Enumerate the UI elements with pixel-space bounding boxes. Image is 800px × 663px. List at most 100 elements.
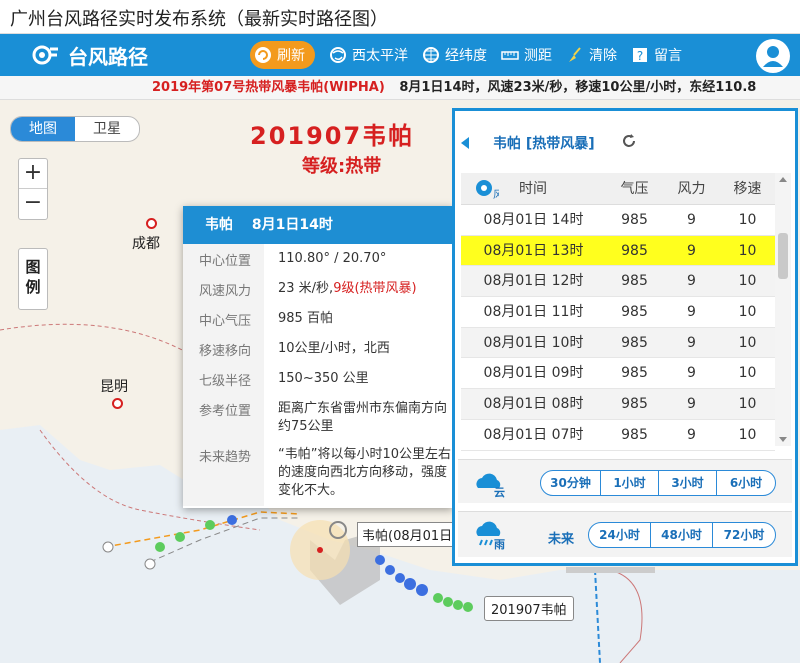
- news-ticker: 2019年第07号热带风暴韦帕(WIPHA) 8月1日14时，风速23米/秒，移…: [0, 76, 800, 100]
- top-navbar: 台风路径 刷新 西太平洋 经纬度 测距 清除 ? 留言: [0, 34, 800, 76]
- grid-globe-icon: [423, 47, 439, 63]
- rain-48h-button[interactable]: 48小时: [651, 523, 713, 547]
- broom-icon: [569, 47, 581, 62]
- scroll-up-icon[interactable]: [779, 177, 787, 182]
- nav-menu: 刷新 西太平洋 经纬度 测距 清除 ? 留言: [250, 40, 696, 70]
- question-icon: ?: [633, 48, 647, 63]
- cloud-icon-label: 云: [494, 486, 505, 498]
- map-canvas[interactable]: 地图 卫星 + − 图 例 成都 昆明 201907韦帕 等级:热带 韦帕(08…: [0, 100, 800, 663]
- typhoon-logo-icon: [32, 45, 58, 65]
- cell-force: 9: [687, 304, 696, 321]
- map-type-switch: 地图 卫星: [10, 116, 140, 142]
- west-pacific-label: 西太平洋: [352, 48, 408, 64]
- popup-value: 985 百帕: [278, 311, 333, 326]
- user-avatar[interactable]: [756, 39, 790, 73]
- west-pacific-button[interactable]: 西太平洋: [329, 41, 408, 69]
- map-type-satellite[interactable]: 卫星: [75, 117, 139, 141]
- scroll-down-icon[interactable]: [779, 437, 787, 442]
- cloud-row: 云 30分钟 1小时 3小时 6小时: [458, 459, 792, 503]
- column-time: 风 时间: [461, 173, 606, 204]
- popup-key: 七级半径: [183, 364, 264, 394]
- window-title: 广州台风路径实时发布系统（最新实时路径图）: [10, 9, 388, 30]
- cloud-3h-button[interactable]: 3小时: [659, 471, 717, 495]
- table-row[interactable]: 08月01日 12时 985 9 10: [461, 266, 775, 298]
- message-button[interactable]: ? 留言: [631, 41, 682, 69]
- cell-speed: 10: [738, 242, 757, 259]
- legend-button[interactable]: 图 例: [18, 248, 48, 310]
- table-row[interactable]: 08月01日 08时 985 9 10: [461, 389, 775, 420]
- cell-pressure: 985: [621, 242, 648, 259]
- cell-force: 9: [687, 273, 696, 290]
- typhoon-position-label[interactable]: 韦帕(08月01日: [357, 522, 453, 547]
- city-marker-kunming[interactable]: [112, 398, 123, 409]
- popup-key: 参考位置: [183, 394, 264, 440]
- latlon-label: 经纬度: [445, 48, 487, 64]
- measure-button[interactable]: 测距: [501, 41, 552, 69]
- cell-force: 9: [687, 212, 696, 228]
- logo-text: 台风路径: [68, 44, 148, 69]
- app-logo[interactable]: 台风路径: [30, 40, 148, 70]
- wind-icon: 风: [476, 180, 499, 200]
- scroll-thumb[interactable]: [778, 233, 788, 279]
- legend-label-2: 例: [25, 278, 41, 296]
- rain-72h-button[interactable]: 72小时: [713, 523, 775, 547]
- rain-24h-button[interactable]: 24小时: [589, 523, 651, 547]
- cell-time: 08月01日 12时: [483, 273, 584, 290]
- cell-time: 08月01日 10时: [483, 334, 584, 351]
- reload-icon[interactable]: [621, 133, 637, 149]
- cell-force: 9: [687, 242, 696, 259]
- refresh-button[interactable]: 刷新: [250, 41, 315, 69]
- table-row-selected[interactable]: 08月01日 13时 985 9 10: [461, 235, 775, 267]
- cell-speed: 10: [738, 304, 757, 321]
- typhoon-track-label[interactable]: 201907韦帕: [484, 596, 574, 621]
- popup-key: 风速风力: [183, 274, 264, 304]
- message-label: 留言: [654, 48, 682, 64]
- popup-value: “韦帕”将以每小时10公里左右的速度向西北方向移动，强度变化不大。: [278, 447, 452, 498]
- table-row[interactable]: 08月01日 14时 985 9 10: [461, 205, 775, 236]
- map-type-map[interactable]: 地图: [11, 117, 75, 141]
- popup-wind-level: 9级(热带风暴): [333, 281, 417, 296]
- zoom-in-button[interactable]: +: [19, 159, 47, 189]
- table-row[interactable]: 08月01日 11时 985 9 10: [461, 297, 775, 328]
- popup-key: 中心气压: [183, 304, 264, 334]
- refresh-icon: [255, 47, 271, 63]
- typhoon-detail-panel: 韦帕 [热带风暴] 风 时间 气压 风力 移速 08月01日 14时 985 9…: [452, 108, 798, 566]
- popup-header: 韦帕 8月1日14时: [183, 206, 453, 244]
- cell-speed: 10: [738, 334, 757, 351]
- column-speed: 移速: [733, 181, 762, 197]
- window-titlebar: 广州台风路径实时发布系统（最新实时路径图）: [0, 0, 800, 34]
- popup-row-movement: 移速移向 10公里/小时，北西: [183, 334, 453, 364]
- cloud-1h-button[interactable]: 1小时: [601, 471, 659, 495]
- cell-speed: 10: [738, 273, 757, 290]
- measure-label: 测距: [524, 48, 552, 64]
- zoom-out-button[interactable]: −: [19, 189, 47, 219]
- ruler-icon: [501, 51, 519, 60]
- panel-title: 韦帕 [热带风暴]: [493, 136, 595, 152]
- popup-key: 未来趋势: [183, 440, 264, 506]
- table-row[interactable]: 08月01日 07时 985 9 10: [461, 420, 775, 451]
- table-scrollbar[interactable]: [775, 173, 791, 446]
- cell-pressure: 985: [621, 304, 648, 321]
- popup-key: 中心位置: [183, 244, 264, 274]
- popup-value: 距离广东省雷州市东偏南方向约75公里: [278, 401, 448, 434]
- rain-row: 雨 未来 24小时 48小时 72小时: [458, 511, 792, 557]
- city-label-kunming: 昆明: [100, 379, 128, 395]
- column-pressure: 气压: [620, 181, 649, 197]
- cloud-interval-group: 30分钟 1小时 3小时 6小时: [540, 470, 776, 496]
- table-row[interactable]: 08月01日 09时 985 9 10: [461, 358, 775, 390]
- popup-key: 移速移向: [183, 334, 264, 364]
- city-label-chengdu: 成都: [132, 236, 160, 252]
- legend-label-1: 图: [25, 258, 41, 276]
- table-row[interactable]: 08月01日 10时 985 9 10: [461, 327, 775, 359]
- cloud-30min-button[interactable]: 30分钟: [541, 471, 601, 495]
- popup-row-radius: 七级半径 150~350 公里: [183, 364, 453, 394]
- user-icon: [763, 46, 783, 67]
- collapse-arrow-icon[interactable]: [461, 137, 469, 149]
- clear-button[interactable]: 清除: [566, 41, 617, 69]
- panel-header: 韦帕 [热带风暴]: [455, 111, 795, 171]
- cloud-6h-button[interactable]: 6小时: [717, 471, 775, 495]
- city-marker-chengdu[interactable]: [146, 218, 157, 229]
- table-header: 风 时间 气压 风力 移速: [461, 173, 775, 205]
- cell-time: 08月01日 09时: [483, 365, 584, 382]
- latlon-button[interactable]: 经纬度: [422, 41, 487, 69]
